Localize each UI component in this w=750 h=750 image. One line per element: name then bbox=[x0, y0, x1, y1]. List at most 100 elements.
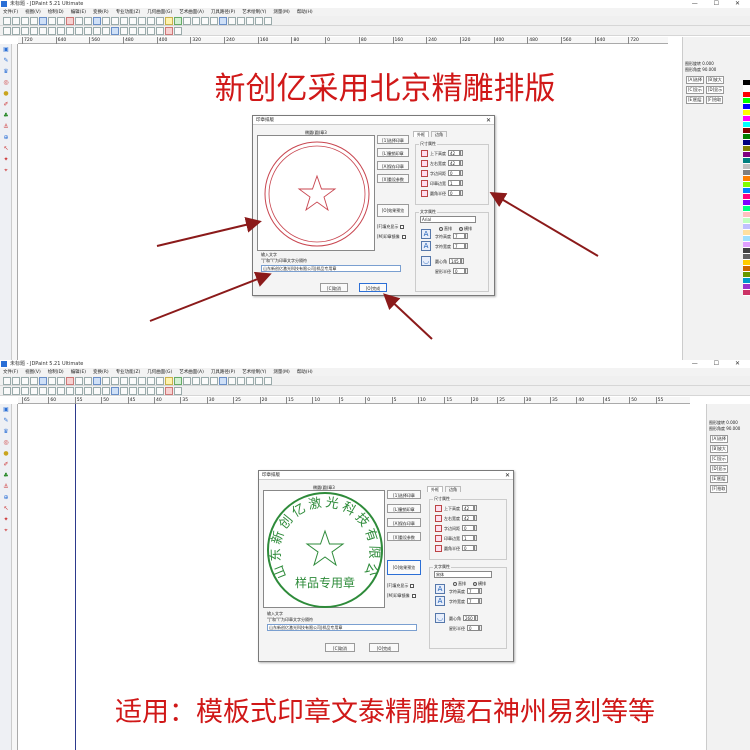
mirror-icon[interactable] bbox=[30, 27, 38, 35]
move-icon[interactable] bbox=[12, 27, 20, 35]
join-icon[interactable] bbox=[93, 387, 101, 395]
layer-icon[interactable] bbox=[192, 17, 200, 25]
smooth-icon[interactable] bbox=[120, 27, 128, 35]
tool-select-icon[interactable]: ▣ bbox=[2, 406, 10, 414]
circle-icon[interactable] bbox=[129, 17, 137, 25]
tool-tree-icon[interactable]: ♣ bbox=[2, 112, 10, 120]
dialog-close-icon[interactable]: ✕ bbox=[486, 116, 491, 125]
close-curve-icon[interactable] bbox=[165, 387, 173, 395]
tree-icon[interactable] bbox=[174, 377, 182, 385]
color-black-icon[interactable] bbox=[264, 17, 272, 25]
tool-anchor-icon[interactable]: ⚓ bbox=[2, 483, 10, 491]
reset-params-button[interactable]: [X]重设参数 bbox=[377, 174, 409, 183]
redo-icon[interactable] bbox=[57, 17, 65, 25]
text-edit-icon[interactable] bbox=[174, 387, 182, 395]
tab-corner[interactable]: 边角 bbox=[445, 486, 461, 492]
menu-item-draw[interactable]: 绘制(D) bbox=[48, 370, 64, 375]
rp-button-zoom[interactable]: [B]放大 bbox=[710, 445, 728, 453]
text-edit-icon[interactable] bbox=[174, 27, 182, 35]
dialog-close-icon[interactable]: ✕ bbox=[505, 471, 510, 480]
menu-item-measure[interactable]: 测量(M) bbox=[273, 10, 289, 15]
delete-icon[interactable] bbox=[66, 17, 74, 25]
zoom-icon[interactable] bbox=[93, 17, 101, 25]
color-icon[interactable] bbox=[255, 17, 263, 25]
rotate-icon[interactable] bbox=[21, 387, 29, 395]
array-icon[interactable] bbox=[57, 27, 65, 35]
tool-crown-icon[interactable]: ♛ bbox=[2, 428, 10, 436]
shield-icon[interactable] bbox=[183, 377, 191, 385]
copy-icon[interactable] bbox=[75, 17, 83, 25]
tool-target-icon[interactable]: ◎ bbox=[2, 79, 10, 87]
font-select[interactable]: Arial bbox=[420, 216, 476, 223]
mirror-checkbox[interactable]: [M]印章镜像 bbox=[377, 234, 406, 240]
color-icon[interactable] bbox=[255, 377, 263, 385]
grid-icon[interactable] bbox=[201, 377, 209, 385]
tool-anchor-icon[interactable]: ⚓ bbox=[2, 123, 10, 131]
scale-icon[interactable] bbox=[39, 387, 47, 395]
tool-measure-icon[interactable]: ⌖ bbox=[2, 527, 10, 535]
line-icon[interactable] bbox=[111, 17, 119, 25]
tool-zoom-icon[interactable]: ⊕ bbox=[2, 134, 10, 142]
undo-icon[interactable] bbox=[48, 377, 56, 385]
polygon-icon[interactable] bbox=[147, 377, 155, 385]
chamfer-icon[interactable] bbox=[138, 387, 146, 395]
tab-frame[interactable]: 外框 bbox=[427, 486, 443, 492]
snap-icon[interactable] bbox=[210, 377, 218, 385]
trim-icon[interactable] bbox=[75, 387, 83, 395]
join-icon[interactable] bbox=[93, 27, 101, 35]
offset-icon[interactable] bbox=[66, 387, 74, 395]
spin-icon[interactable] bbox=[474, 545, 477, 551]
text-icon[interactable] bbox=[156, 377, 164, 385]
spin-icon[interactable] bbox=[465, 233, 468, 239]
layer-icon[interactable] bbox=[192, 377, 200, 385]
array-icon[interactable] bbox=[57, 387, 65, 395]
save-stamp-button[interactable]: [A]保存印章 bbox=[377, 161, 409, 170]
mirror-checkbox[interactable]: [M]印章镜像 bbox=[387, 593, 416, 599]
new-file-icon[interactable] bbox=[3, 17, 11, 25]
tab-corner[interactable]: 边角 bbox=[431, 131, 447, 137]
tool-brush-icon[interactable]: ✐ bbox=[2, 461, 10, 469]
tool-select-icon[interactable]: ▣ bbox=[2, 46, 10, 54]
tool-arrow-icon[interactable]: ↖ bbox=[2, 145, 10, 153]
tool-tree-icon[interactable]: ♣ bbox=[2, 472, 10, 480]
node-icon[interactable] bbox=[3, 27, 11, 35]
align-icon[interactable] bbox=[48, 27, 56, 35]
mirror-icon[interactable] bbox=[30, 387, 38, 395]
close-curve-icon[interactable] bbox=[165, 27, 173, 35]
copy-icon[interactable] bbox=[75, 377, 83, 385]
spin-icon[interactable] bbox=[465, 243, 468, 249]
curve-icon[interactable] bbox=[111, 387, 119, 395]
extend-icon[interactable] bbox=[84, 387, 92, 395]
rp-button-pick[interactable]: [F]拾取 bbox=[710, 485, 728, 493]
window-controls[interactable]: — ☐ ✕ bbox=[692, 0, 747, 8]
break-icon[interactable] bbox=[102, 27, 110, 35]
ungroup-icon[interactable] bbox=[156, 387, 164, 395]
spin-icon[interactable] bbox=[460, 170, 463, 176]
menu-item-help[interactable]: 帮助(H) bbox=[297, 370, 313, 375]
spin-icon[interactable] bbox=[460, 180, 463, 186]
fillet-icon[interactable] bbox=[129, 387, 137, 395]
menu-item-toolpath[interactable]: 刀具路径(P) bbox=[211, 10, 235, 15]
rect-icon[interactable] bbox=[138, 17, 146, 25]
rect-icon[interactable] bbox=[138, 377, 146, 385]
line-icon[interactable] bbox=[111, 377, 119, 385]
zoom-all-icon[interactable] bbox=[102, 17, 110, 25]
cancel-button[interactable]: [C]取消 bbox=[320, 283, 348, 292]
save-file-icon[interactable] bbox=[21, 17, 29, 25]
fill-icon[interactable] bbox=[246, 377, 254, 385]
menu-item-art-draw[interactable]: 艺术绘制(Y) bbox=[242, 10, 266, 15]
select-stamp-button[interactable]: [1]选择印章 bbox=[377, 135, 409, 144]
color-black-icon[interactable] bbox=[264, 377, 272, 385]
redo-icon[interactable] bbox=[57, 377, 65, 385]
spin-icon[interactable] bbox=[479, 598, 482, 604]
spin-icon[interactable] bbox=[475, 615, 478, 621]
menu-item-help[interactable]: 帮助(H) bbox=[297, 10, 313, 15]
tool-pen-icon[interactable]: ✎ bbox=[2, 57, 10, 65]
cancel-button[interactable]: [C]取消 bbox=[325, 643, 355, 652]
break-icon[interactable] bbox=[102, 387, 110, 395]
radio-horizontal[interactable]: 横排 bbox=[473, 581, 486, 587]
menu-item-edit[interactable]: 编辑(E) bbox=[71, 10, 86, 15]
tool-target-icon[interactable]: ◎ bbox=[2, 439, 10, 447]
rp-button-select[interactable]: [A]选择 bbox=[710, 435, 728, 443]
group-icon[interactable] bbox=[147, 27, 155, 35]
